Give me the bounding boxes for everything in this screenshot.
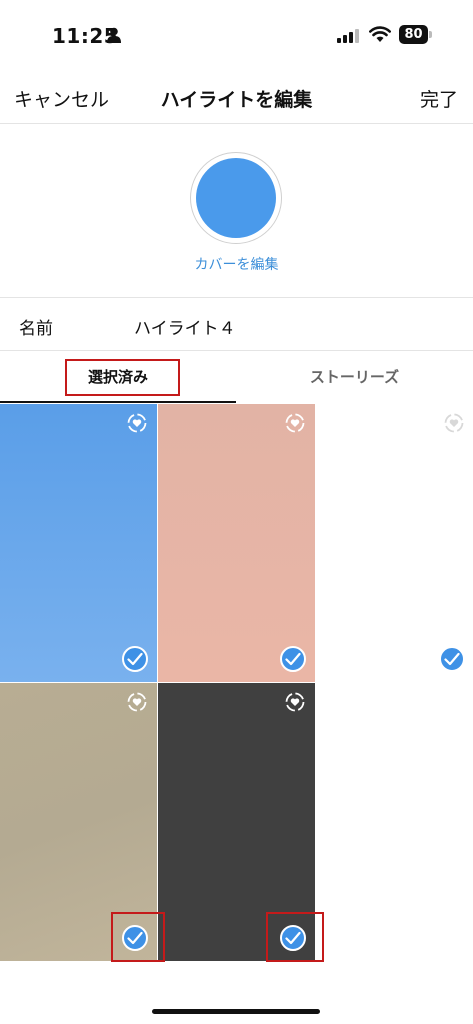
battery-cap (429, 31, 432, 38)
battery-icon: 80 (399, 25, 433, 44)
story-grid (0, 404, 473, 962)
nav-bar: キャンセル ハイライトを編集 完了 (0, 70, 473, 124)
name-row: 名前 ハイライト４ (0, 298, 473, 351)
wifi-icon (369, 26, 391, 42)
selected-check-icon[interactable] (280, 646, 306, 672)
highlight-heart-icon (127, 413, 147, 433)
selected-check-icon[interactable] (439, 646, 465, 672)
person-icon (107, 27, 121, 43)
cover-circle (196, 158, 276, 238)
highlight-heart-icon (127, 692, 147, 712)
edit-cover-link[interactable]: カバーを編集 (0, 254, 473, 274)
highlight-heart-icon (285, 413, 305, 433)
done-button[interactable]: 完了 (420, 85, 458, 112)
annotation-box-tab (65, 359, 180, 396)
highlight-heart-icon (444, 413, 464, 433)
story-thumbnail-3[interactable] (315, 404, 473, 682)
annotation-box-check-4 (111, 912, 165, 962)
cover-section: カバーを編集 (0, 124, 473, 298)
selected-check-icon[interactable] (122, 646, 148, 672)
signal-icon (337, 29, 359, 43)
battery-level: 80 (399, 25, 428, 44)
story-thumbnail-2[interactable] (158, 404, 315, 682)
name-label: 名前 (19, 319, 53, 339)
tab-underline (0, 401, 236, 403)
annotation-box-check-5 (266, 912, 324, 962)
story-thumbnail-1[interactable] (0, 404, 157, 682)
highlight-heart-icon (285, 692, 305, 712)
tab-stories[interactable]: ストーリーズ (236, 351, 473, 403)
name-input[interactable]: ハイライト４ (134, 314, 236, 339)
page-title: ハイライトを編集 (160, 89, 313, 111)
cover-image[interactable] (190, 152, 282, 244)
home-indicator[interactable] (152, 1009, 320, 1014)
status-bar: 11:25 80 (0, 0, 473, 70)
tab-bar: 選択済み ストーリーズ (0, 351, 473, 403)
